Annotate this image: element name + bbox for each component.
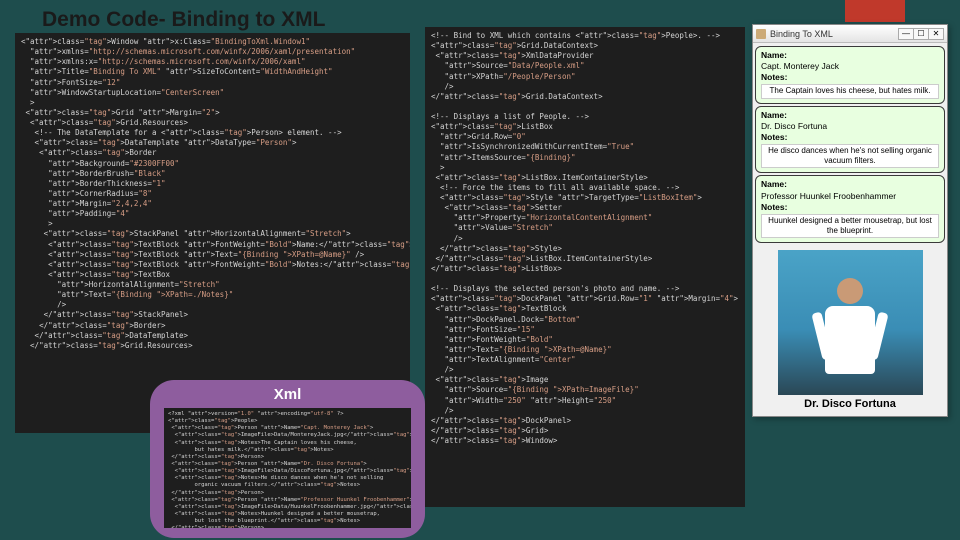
name-label: Name: [761, 179, 939, 190]
xml-callout-label: Xml [274, 386, 302, 403]
person-name: Capt. Monterey Jack [761, 61, 939, 72]
person-name: Professor Huunkel Froobenhammer [761, 191, 939, 202]
list-item[interactable]: Name: Dr. Disco Fortuna Notes: He disco … [755, 106, 945, 174]
selected-person-caption: Dr. Disco Fortuna [753, 398, 947, 410]
list-item[interactable]: Name: Capt. Monterey Jack Notes: The Cap… [755, 46, 945, 104]
notes-input[interactable]: Huunkel designed a better mousetrap, but… [761, 214, 939, 239]
people-listbox[interactable]: Name: Capt. Monterey Jack Notes: The Cap… [753, 43, 947, 246]
notes-input[interactable]: The Captain loves his cheese, but hates … [761, 84, 939, 98]
demo-app-window: Binding To XML — ☐ ✕ Name: Capt. Montere… [752, 24, 948, 417]
name-label: Name: [761, 50, 939, 61]
person-photo [778, 250, 923, 395]
notes-label: Notes: [761, 132, 939, 143]
slide-title: Demo Code- Binding to XML [42, 8, 325, 32]
xml-source-code: <?xml "attr">version="1.0" "attr">encodi… [164, 408, 411, 528]
maximize-button[interactable]: ☐ [913, 28, 929, 40]
xaml-code-right: <!-- Bind to XML which contains <"attr">… [425, 27, 745, 507]
accent-bar [845, 0, 905, 22]
list-item[interactable]: Name: Professor Huunkel Froobenhammer No… [755, 175, 945, 243]
selected-person-panel: Dr. Disco Fortuna [753, 250, 947, 416]
window-icon [756, 29, 766, 39]
notes-label: Notes: [761, 72, 939, 83]
xml-callout: Xml <?xml "attr">version="1.0" "attr">en… [150, 380, 425, 538]
xaml-code-left: <"attr">class="tag">Window "attr">x:Clas… [15, 33, 410, 433]
close-button[interactable]: ✕ [928, 28, 944, 40]
person-name: Dr. Disco Fortuna [761, 121, 939, 132]
window-title: Binding To XML [770, 29, 899, 39]
minimize-button[interactable]: — [898, 28, 914, 40]
titlebar: Binding To XML — ☐ ✕ [753, 25, 947, 43]
notes-input[interactable]: He disco dances when he's not selling or… [761, 144, 939, 169]
name-label: Name: [761, 110, 939, 121]
notes-label: Notes: [761, 202, 939, 213]
